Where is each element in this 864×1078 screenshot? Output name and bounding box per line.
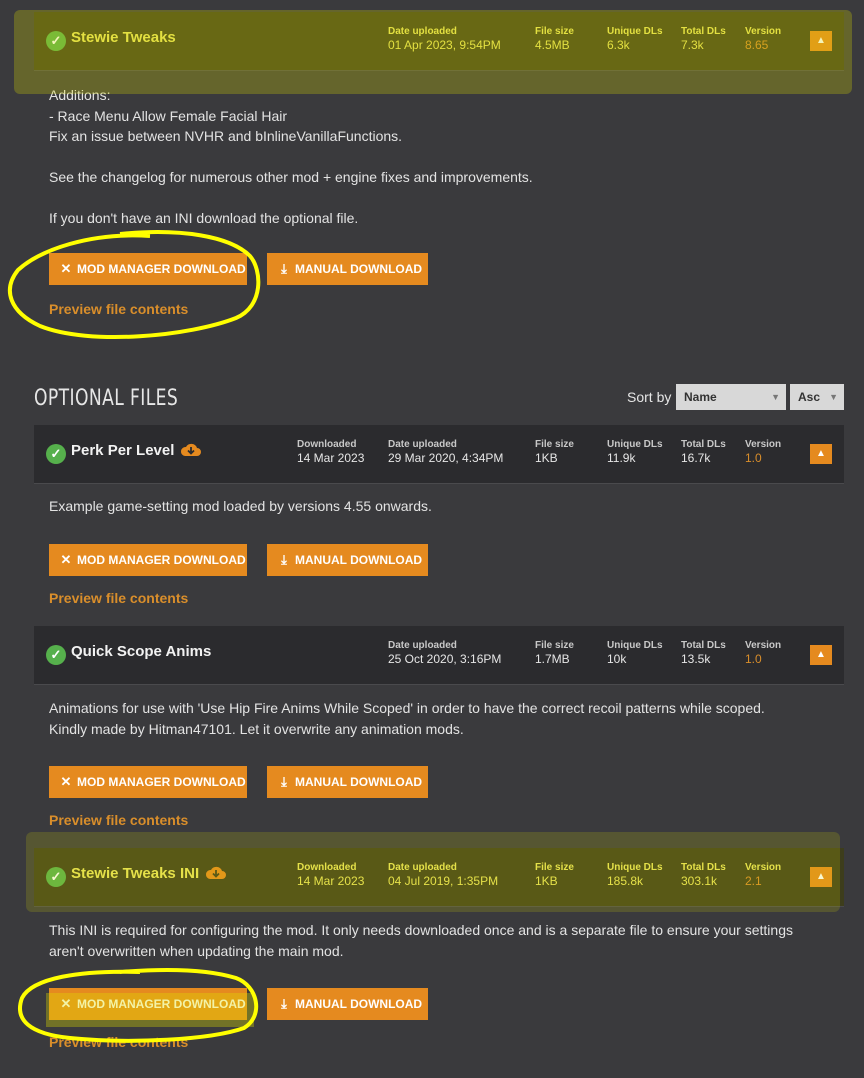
mod-manager-icon: ✕ <box>60 552 72 567</box>
file-size-stat: File size 1.7MB <box>535 640 574 666</box>
manual-download-button[interactable]: ⤓ MANUAL DOWNLOAD <box>267 988 428 1020</box>
date-uploaded-stat: Date uploaded 04 Jul 2019, 1:35PM <box>388 862 499 888</box>
file-description: This INI is required for configuring the… <box>49 922 793 959</box>
unique-dls-stat: Unique DLs 10k <box>607 640 663 666</box>
file-size-stat: File size 4.5MB <box>535 26 574 52</box>
mod-manager-icon: ✕ <box>60 261 72 276</box>
file-header[interactable]: ✓ Quick Scope Anims Date uploaded 25 Oct… <box>34 626 844 685</box>
file-name: Perk Per Level <box>71 442 202 459</box>
preview-file-contents-link[interactable]: Preview file contents <box>49 590 188 606</box>
mod-manager-icon: ✕ <box>60 996 72 1011</box>
optional-file-card: ✓ Stewie Tweaks INI Downloaded 14 Mar 20… <box>34 848 844 1077</box>
collapse-toggle-button[interactable]: ▲ <box>810 444 832 464</box>
check-icon: ✓ <box>46 444 66 464</box>
file-description: Animations for use with 'Use Hip Fire An… <box>49 700 765 737</box>
mod-manager-download-button[interactable]: ✕ MOD MANAGER DOWNLOAD <box>49 988 247 1020</box>
downloaded-stat: Downloaded 14 Mar 2023 <box>297 439 365 465</box>
total-dls-stat: Total DLs 13.5k <box>681 640 726 666</box>
file-body: Example game-setting mod loaded by versi… <box>34 484 844 627</box>
optional-file-card: ✓ Perk Per Level Downloaded 14 Mar 2023 … <box>34 425 844 627</box>
optional-file-card: ✓ Quick Scope Anims Date uploaded 25 Oct… <box>34 626 844 848</box>
manual-download-button[interactable]: ⤓ MANUAL DOWNLOAD <box>267 253 428 285</box>
mod-manager-icon: ✕ <box>60 774 72 789</box>
file-description: Example game-setting mod loaded by versi… <box>49 498 432 514</box>
date-uploaded-stat: Date uploaded 25 Oct 2020, 3:16PM <box>388 640 502 666</box>
unique-dls-stat: Unique DLs 185.8k <box>607 862 663 888</box>
cloud-download-icon <box>181 443 202 456</box>
total-dls-stat: Total DLs 7.3k <box>681 26 726 52</box>
unique-dls-stat: Unique DLs 11.9k <box>607 439 663 465</box>
file-body: Animations for use with 'Use Hip Fire An… <box>34 685 844 848</box>
chevron-down-icon: ▼ <box>771 392 780 402</box>
download-icon: ⤓ <box>281 552 287 567</box>
manual-download-button[interactable]: ⤓ MANUAL DOWNLOAD <box>267 766 428 798</box>
file-name: Stewie Tweaks <box>71 29 176 46</box>
mod-files-page: ✓ Stewie Tweaks Date uploaded 01 Apr 202… <box>0 0 864 1078</box>
downloaded-stat: Downloaded 14 Mar 2023 <box>297 862 365 888</box>
total-dls-stat: Total DLs 303.1k <box>681 862 726 888</box>
sort-by-label: Sort by <box>627 389 672 405</box>
manual-download-button[interactable]: ⤓ MANUAL DOWNLOAD <box>267 544 428 576</box>
file-body: This INI is required for configuring the… <box>34 907 844 1077</box>
preview-file-contents-link[interactable]: Preview file contents <box>49 301 188 317</box>
sort-order-select[interactable]: Asc ▼ <box>790 384 844 410</box>
mod-manager-download-button[interactable]: ✕ MOD MANAGER DOWNLOAD <box>49 544 247 576</box>
file-header[interactable]: ✓ Stewie Tweaks INI Downloaded 14 Mar 20… <box>34 848 844 907</box>
file-name: Quick Scope Anims <box>71 643 212 660</box>
chevron-down-icon: ▼ <box>829 392 838 402</box>
check-icon: ✓ <box>46 867 66 887</box>
main-file-card: ✓ Stewie Tweaks Date uploaded 01 Apr 202… <box>34 12 844 343</box>
sort-field-select[interactable]: Name ▼ <box>676 384 786 410</box>
total-dls-stat: Total DLs 16.7k <box>681 439 726 465</box>
version-stat: Version 2.1 <box>745 862 782 888</box>
date-uploaded-stat: Date uploaded 29 Mar 2020, 4:34PM <box>388 439 504 465</box>
download-icon: ⤓ <box>281 261 287 276</box>
collapse-toggle-button[interactable]: ▲ <box>810 31 832 51</box>
mod-manager-download-button[interactable]: ✕ MOD MANAGER DOWNLOAD <box>49 766 247 798</box>
file-size-stat: File size 1KB <box>535 439 574 465</box>
file-header[interactable]: ✓ Perk Per Level Downloaded 14 Mar 2023 … <box>34 425 844 484</box>
file-body: Additions: - Race Menu Allow Female Faci… <box>34 71 844 343</box>
version-stat: Version 8.65 <box>745 26 782 52</box>
file-size-stat: File size 1KB <box>535 862 574 888</box>
download-icon: ⤓ <box>281 996 287 1011</box>
download-icon: ⤓ <box>281 774 287 789</box>
version-stat: Version 1.0 <box>745 640 782 666</box>
mod-manager-download-button[interactable]: ✕ MOD MANAGER DOWNLOAD <box>49 253 247 285</box>
file-description: Additions: - Race Menu Allow Female Faci… <box>49 87 533 226</box>
date-uploaded-stat: Date uploaded 01 Apr 2023, 9:54PM <box>388 26 501 52</box>
collapse-toggle-button[interactable]: ▲ <box>810 645 832 665</box>
optional-files-title: OPTIONAL FILES <box>34 386 179 411</box>
file-header[interactable]: ✓ Stewie Tweaks Date uploaded 01 Apr 202… <box>34 12 844 71</box>
preview-file-contents-link[interactable]: Preview file contents <box>49 812 188 828</box>
cloud-download-icon <box>206 866 227 879</box>
check-icon: ✓ <box>46 31 66 51</box>
file-name: Stewie Tweaks INI <box>71 865 227 882</box>
preview-file-contents-link[interactable]: Preview file contents <box>49 1034 188 1050</box>
check-icon: ✓ <box>46 645 66 665</box>
version-stat: Version 1.0 <box>745 439 782 465</box>
collapse-toggle-button[interactable]: ▲ <box>810 867 832 887</box>
unique-dls-stat: Unique DLs 6.3k <box>607 26 663 52</box>
